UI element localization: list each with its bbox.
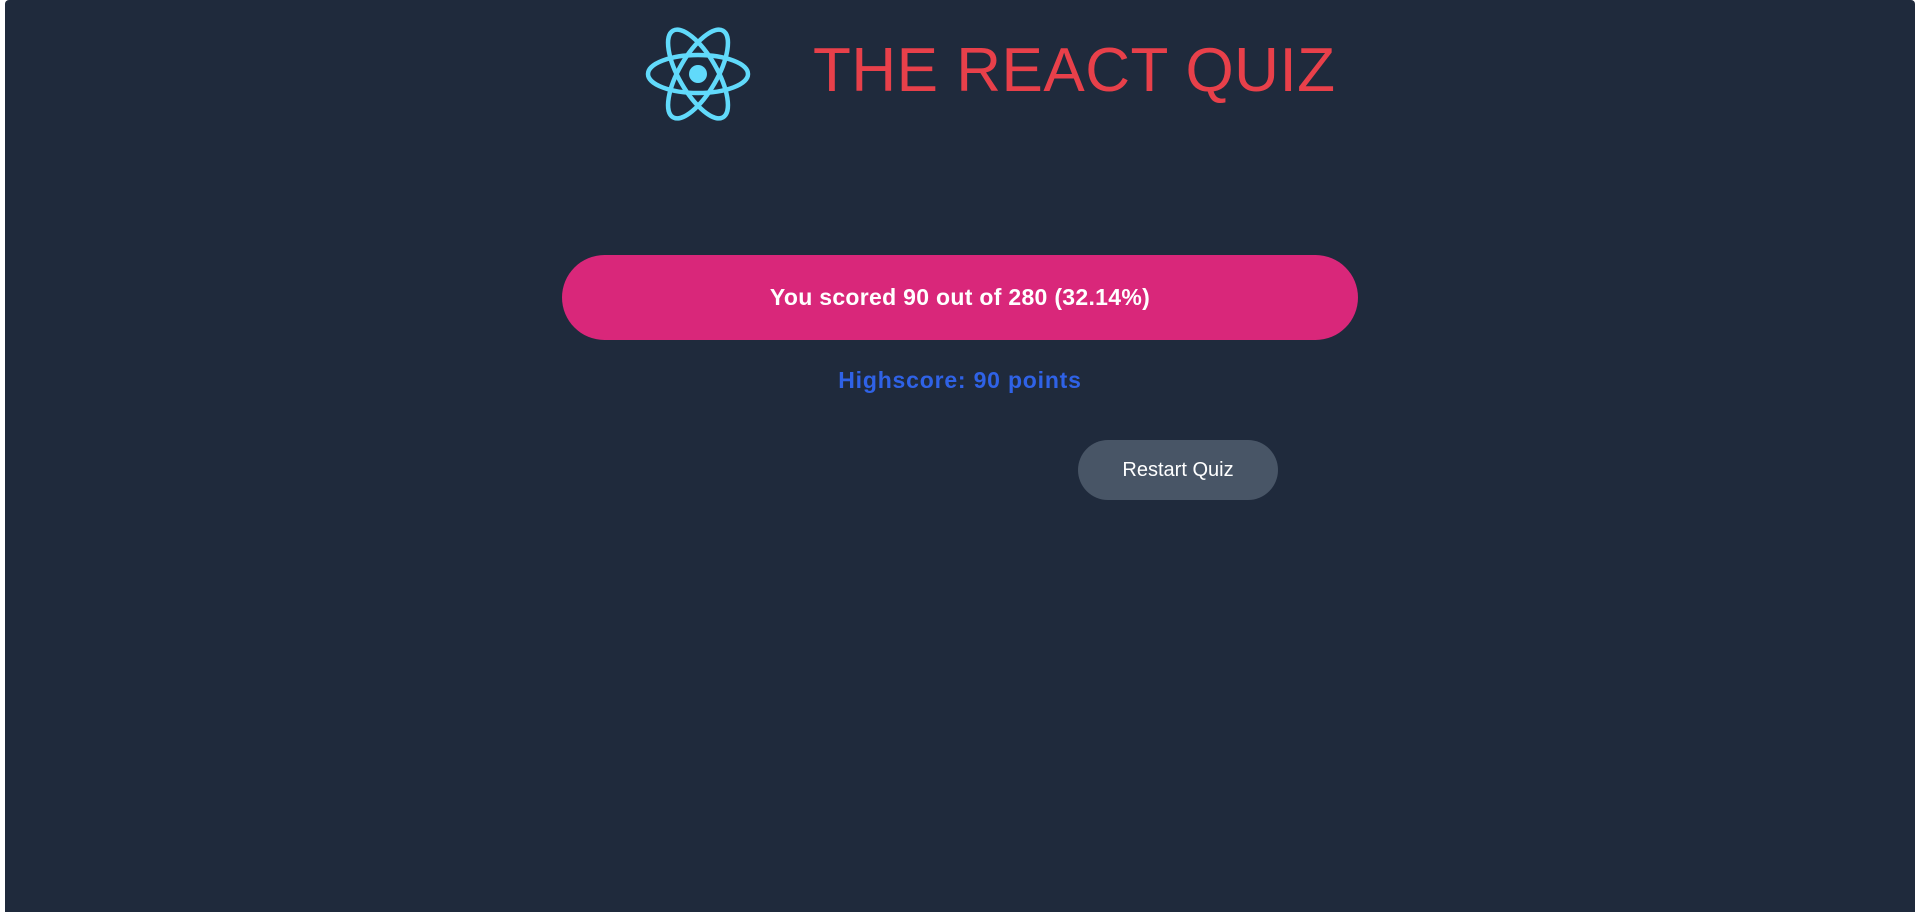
app-container: THE REACT QUIZ You scored 90 out of 280 … <box>5 0 1915 912</box>
page-title: THE REACT QUIZ <box>813 36 1336 105</box>
highscore-text: Highscore: 90 points <box>838 367 1082 393</box>
score-result-text: You scored 90 out of 280 (32.14%) <box>769 284 1151 310</box>
restart-quiz-button[interactable]: Restart Quiz <box>1078 440 1278 500</box>
react-atom-icon <box>644 24 752 124</box>
score-result-banner: You scored 90 out of 280 (32.14%) <box>562 255 1358 340</box>
app-header: THE REACT QUIZ <box>5 24 1915 124</box>
